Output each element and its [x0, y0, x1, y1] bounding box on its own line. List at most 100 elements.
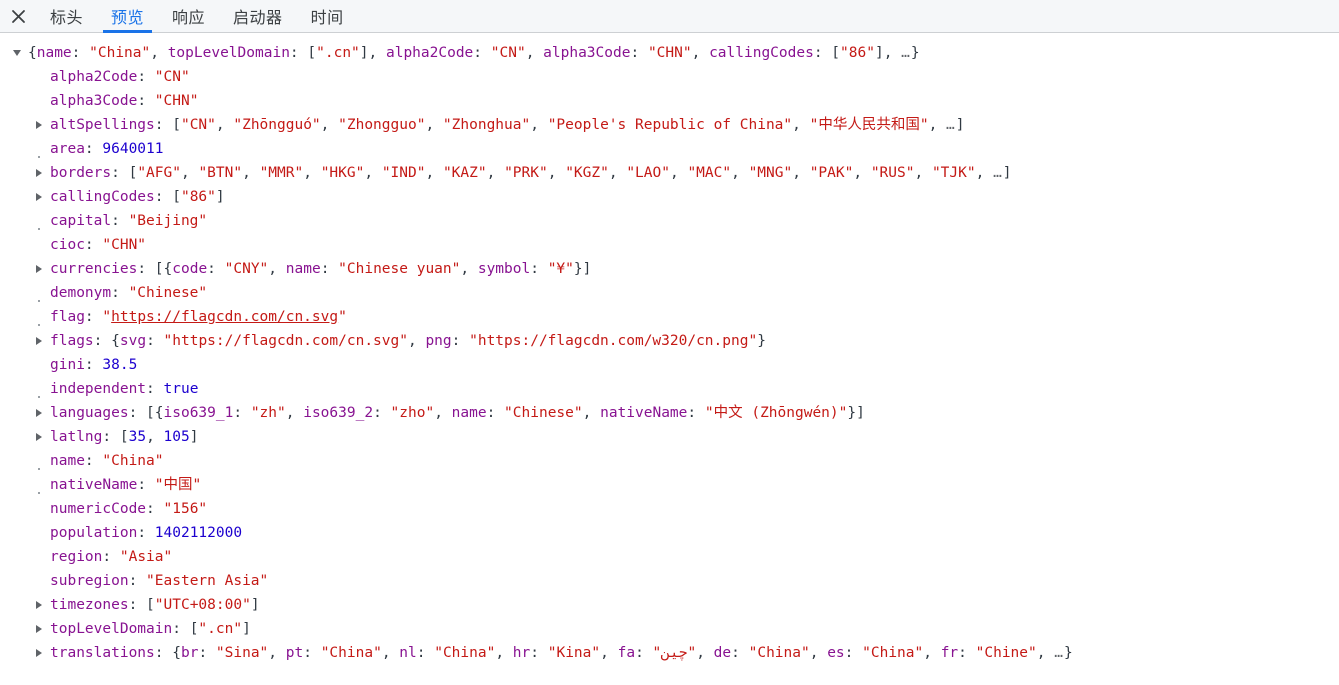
json-colon: :	[154, 645, 173, 661]
expand-arrow-icon[interactable]	[36, 193, 42, 201]
json-value: ["CN", "Zhōngguó", "Zhongguo", "Zhonghua…	[172, 117, 965, 133]
json-value: "CN"	[154, 69, 190, 85]
row-gutter	[28, 497, 50, 521]
json-row[interactable]: topLevelDomain: [".cn"]	[0, 617, 1339, 641]
json-key: flags	[50, 333, 94, 349]
json-colon: :	[172, 621, 190, 637]
json-row[interactable]: demonym: "Chinese"	[0, 281, 1339, 305]
json-colon: :	[111, 165, 129, 181]
json-row[interactable]: independent: true	[0, 377, 1339, 401]
close-icon[interactable]	[0, 0, 36, 32]
json-value: [35, 105]	[119, 429, 199, 445]
json-row[interactable]: cioc: "CHN"	[0, 233, 1339, 257]
tab-timing-label: 时间	[310, 8, 344, 27]
row-gutter	[28, 641, 50, 665]
json-key: area	[50, 141, 85, 157]
json-entry: borders: ["AFG", "BTN", "MMR", "HKG", "I…	[50, 161, 1012, 185]
flag-url-link[interactable]: https://flagcdn.com/cn.svg	[111, 309, 338, 325]
expand-arrow-icon[interactable]	[36, 649, 42, 657]
json-key: capital	[50, 213, 112, 229]
json-preview-tree: {name: "China", topLevelDomain: [".cn"],…	[0, 33, 1339, 665]
json-colon: :	[137, 525, 155, 541]
json-row[interactable]: altSpellings: ["CN", "Zhōngguó", "Zhongg…	[0, 113, 1339, 137]
json-value: "156"	[163, 501, 208, 517]
tab-initiator[interactable]: 启动器	[219, 0, 297, 32]
json-row[interactable]: flag: "https://flagcdn.com/cn.svg"	[0, 305, 1339, 329]
expand-arrow-icon[interactable]	[36, 121, 42, 129]
json-row[interactable]: nativeName: "中国"	[0, 473, 1339, 497]
json-colon: :	[84, 357, 103, 373]
json-colon: :	[146, 381, 164, 397]
value-dot-icon	[38, 396, 40, 398]
json-value: true	[163, 381, 199, 397]
json-entry: callingCodes: ["86"]	[50, 185, 225, 209]
row-gutter	[28, 137, 50, 161]
json-row[interactable]: alpha3Code: "CHN"	[0, 89, 1339, 113]
json-entry: timezones: ["UTC+08:00"]	[50, 593, 260, 617]
json-key: translations	[50, 645, 155, 661]
json-entry: population: 1402112000	[50, 521, 242, 545]
tab-headers-label: 标头	[50, 8, 84, 27]
json-entry: area: 9640011	[50, 137, 164, 161]
json-row[interactable]: region: "Asia"	[0, 545, 1339, 569]
json-value: "CHN"	[102, 237, 147, 253]
json-row[interactable]: name: "China"	[0, 449, 1339, 473]
json-row[interactable]: translations: {br: "Sina", pt: "China", …	[0, 641, 1339, 665]
json-root-row[interactable]: {name: "China", topLevelDomain: [".cn"],…	[0, 41, 1339, 65]
json-key: timezones	[50, 597, 129, 613]
json-value: [".cn"]	[189, 621, 251, 637]
json-row[interactable]: numericCode: "156"	[0, 497, 1339, 521]
json-colon: :	[146, 501, 164, 517]
json-entry: region: "Asia"	[50, 545, 172, 569]
json-row[interactable]: currencies: [{code: "CNY", name: "Chines…	[0, 257, 1339, 281]
json-colon: :	[128, 573, 147, 589]
json-key: borders	[50, 165, 112, 181]
tab-headers[interactable]: 标头	[36, 0, 97, 32]
row-gutter	[28, 113, 50, 137]
tab-response[interactable]: 响应	[158, 0, 219, 32]
json-value: "Asia"	[119, 549, 173, 565]
json-key: currencies	[50, 261, 138, 277]
row-gutter	[28, 185, 50, 209]
row-gutter	[28, 353, 50, 377]
json-row[interactable]: languages: [{iso639_1: "zh", iso639_2: "…	[0, 401, 1339, 425]
row-gutter	[28, 473, 50, 497]
expand-arrow-icon[interactable]	[36, 433, 42, 441]
expand-arrow-icon[interactable]	[36, 169, 42, 177]
json-value: "中国"	[154, 477, 202, 493]
value-dot-icon	[38, 324, 40, 326]
json-row[interactable]: borders: ["AFG", "BTN", "MMR", "HKG", "I…	[0, 161, 1339, 185]
collapse-arrow-icon[interactable]	[13, 50, 21, 56]
json-row[interactable]: latlng: [35, 105]	[0, 425, 1339, 449]
json-colon: :	[154, 189, 173, 205]
json-row[interactable]: flags: {svg: "https://flagcdn.com/cn.svg…	[0, 329, 1339, 353]
row-gutter	[28, 329, 50, 353]
json-row[interactable]: alpha2Code: "CN"	[0, 65, 1339, 89]
json-colon: :	[137, 69, 155, 85]
expand-arrow-icon[interactable]	[36, 625, 42, 633]
value-dot-icon	[38, 156, 40, 158]
json-row[interactable]: gini: 38.5	[0, 353, 1339, 377]
json-entry: cioc: "CHN"	[50, 233, 146, 257]
row-gutter	[28, 281, 50, 305]
json-key: languages	[50, 405, 129, 421]
expand-arrow-icon[interactable]	[36, 601, 42, 609]
json-row[interactable]: area: 9640011	[0, 137, 1339, 161]
tab-timing[interactable]: 时间	[297, 0, 358, 32]
json-row[interactable]: population: 1402112000	[0, 521, 1339, 545]
json-row[interactable]: timezones: ["UTC+08:00"]	[0, 593, 1339, 617]
json-value: "Beijing"	[128, 213, 208, 229]
expand-arrow-icon[interactable]	[36, 337, 42, 345]
json-entry: altSpellings: ["CN", "Zhōngguó", "Zhongg…	[50, 113, 965, 137]
json-colon: :	[137, 261, 155, 277]
expand-arrow-icon[interactable]	[36, 409, 42, 417]
tab-preview[interactable]: 预览	[97, 0, 158, 33]
json-value: ["AFG", "BTN", "MMR", "HKG", "IND", "KAZ…	[128, 165, 1012, 181]
json-key: callingCodes	[50, 189, 155, 205]
expand-arrow-icon[interactable]	[36, 265, 42, 273]
json-row[interactable]: callingCodes: ["86"]	[0, 185, 1339, 209]
json-row[interactable]: subregion: "Eastern Asia"	[0, 569, 1339, 593]
json-key: flag	[50, 309, 85, 325]
json-value: "https://flagcdn.com/cn.svg"	[102, 309, 347, 325]
json-row[interactable]: capital: "Beijing"	[0, 209, 1339, 233]
